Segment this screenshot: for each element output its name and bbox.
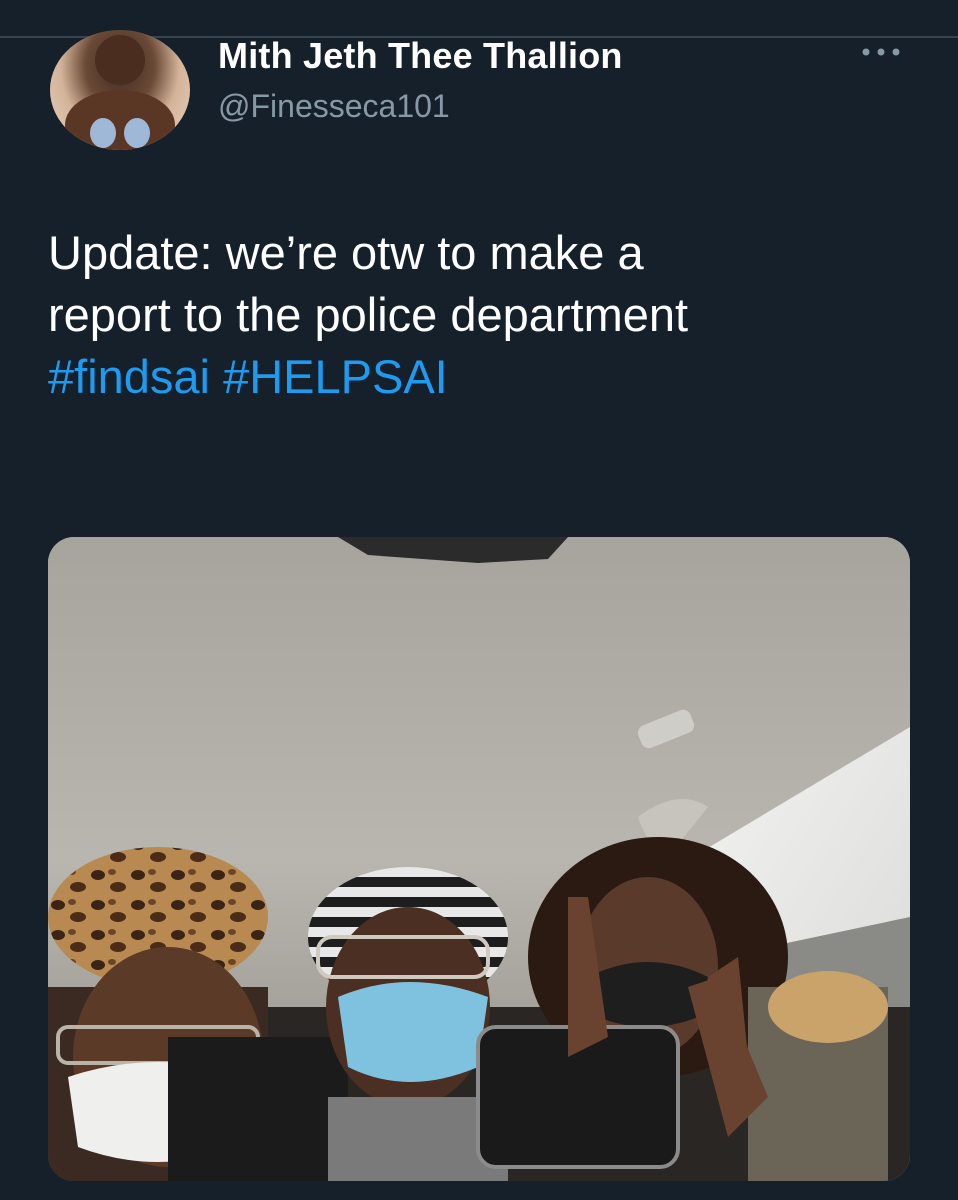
hashtag-findsai[interactable]: #findsai <box>48 350 210 403</box>
tweet-text: Update: we’re otw to make a report to th… <box>48 222 928 408</box>
tweet-card: Mith Jeth Thee Thallion @Finesseca101 Up… <box>0 0 958 1200</box>
tweet-text-line-1: Update: we’re otw to make a <box>48 226 644 279</box>
more-horizontal-icon[interactable] <box>856 40 906 64</box>
hashtag-line: #findsai #HELPSAI <box>48 346 928 408</box>
display-name[interactable]: Mith Jeth Thee Thallion <box>218 34 623 78</box>
tweet-text-line-2: report to the police department <box>48 288 689 341</box>
avatar[interactable] <box>50 30 190 150</box>
hashtag-helpsai[interactable]: #HELPSAI <box>223 350 448 403</box>
user-handle[interactable]: @Finesseca101 <box>218 86 450 126</box>
tweet-photo[interactable] <box>48 537 910 1181</box>
car-selfie-photo <box>48 537 910 1181</box>
